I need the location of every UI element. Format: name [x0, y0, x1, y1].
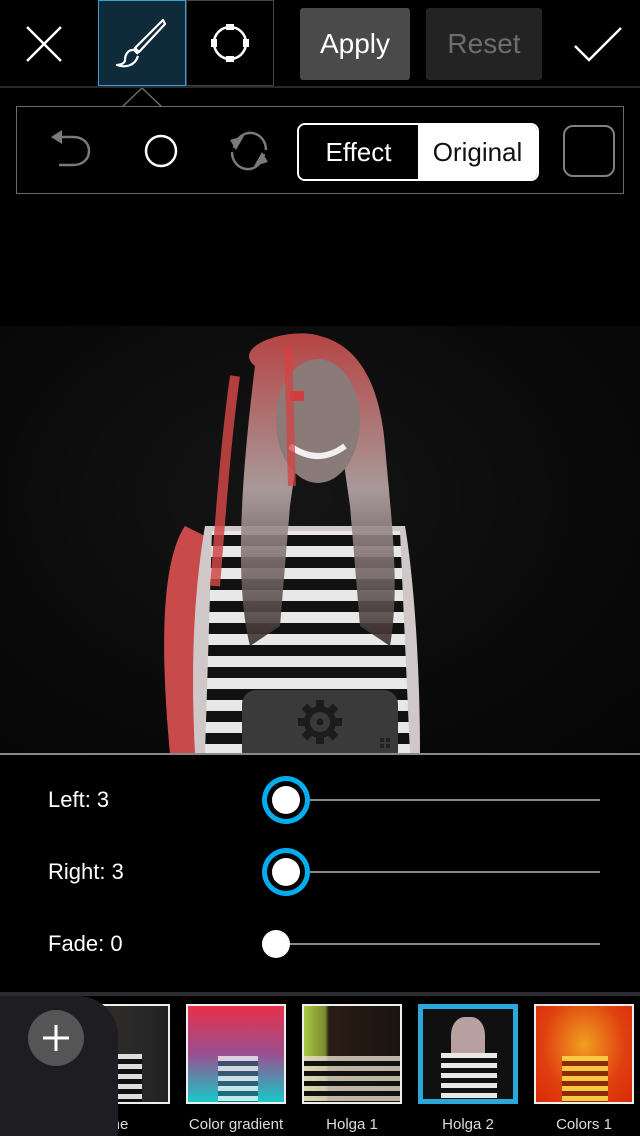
reset-button[interactable]: Reset [426, 8, 542, 80]
slider-thumb[interactable] [272, 858, 301, 886]
effect-settings-button[interactable] [242, 690, 398, 754]
grip-icon [380, 738, 390, 748]
slider-track[interactable] [266, 858, 600, 886]
segment-original[interactable]: Original [418, 125, 537, 179]
effect-item[interactable]: Colors 1 [534, 1004, 634, 1133]
invert-mask-button[interactable] [219, 121, 279, 181]
slider-thumb[interactable] [272, 786, 301, 814]
effect-item[interactable]: Color gradient [186, 1004, 286, 1133]
effect-item[interactable]: Holga 2 [418, 1004, 518, 1133]
slider-track[interactable] [266, 786, 600, 814]
slider-label: Fade: 0 [48, 931, 123, 956]
brush-options-bar: Effect Original [16, 106, 624, 194]
slider-label: Right: 3 [48, 859, 124, 884]
effect-original-toggle: Effect Original [297, 123, 539, 181]
slider-thumb[interactable] [262, 930, 290, 958]
confirm-button[interactable] [556, 0, 640, 88]
effect-thumbnail [302, 1004, 402, 1104]
slider-track[interactable] [262, 930, 600, 958]
apply-button[interactable]: Apply [300, 8, 410, 80]
checkmark-icon [574, 27, 622, 62]
canvas-divider [0, 753, 640, 755]
gear-icon [298, 700, 342, 744]
slider-right: Right: 3 [0, 842, 640, 902]
add-effect-panel [0, 996, 118, 1136]
add-effect-button[interactable] [28, 1010, 84, 1066]
photo-canvas[interactable] [0, 326, 640, 754]
slider-left: Left: 3 [0, 770, 640, 830]
close-icon [26, 26, 62, 62]
refresh-icon [230, 131, 268, 171]
slider-label: Left: 3 [48, 787, 110, 812]
undo-button[interactable] [43, 121, 103, 181]
effects-strip[interactable]: ne Color gradient Holga 1 Holga 2 Colors… [0, 992, 640, 1136]
popover-pointer [122, 88, 162, 108]
effect-label: Colors 1 [556, 1116, 612, 1133]
top-toolbar: Apply Reset [0, 0, 640, 88]
effect-item[interactable]: Holga 1 [302, 1004, 402, 1133]
brush-tool-button[interactable] [98, 0, 186, 86]
circle-handles-icon [211, 24, 249, 62]
plus-icon [43, 1025, 69, 1051]
square-icon[interactable] [563, 125, 615, 177]
effect-thumbnail [534, 1004, 634, 1104]
shape-tool-button[interactable] [186, 0, 274, 86]
effect-thumbnail [418, 1004, 518, 1104]
effect-thumbnail [186, 1004, 286, 1104]
undo-icon [51, 130, 91, 167]
circle-icon [144, 134, 178, 168]
slider-fade: Fade: 0 [0, 914, 640, 974]
close-button[interactable] [0, 0, 88, 88]
brush-size-button[interactable] [131, 121, 191, 181]
segment-effect[interactable]: Effect [299, 125, 418, 179]
brush-icon [115, 18, 167, 68]
